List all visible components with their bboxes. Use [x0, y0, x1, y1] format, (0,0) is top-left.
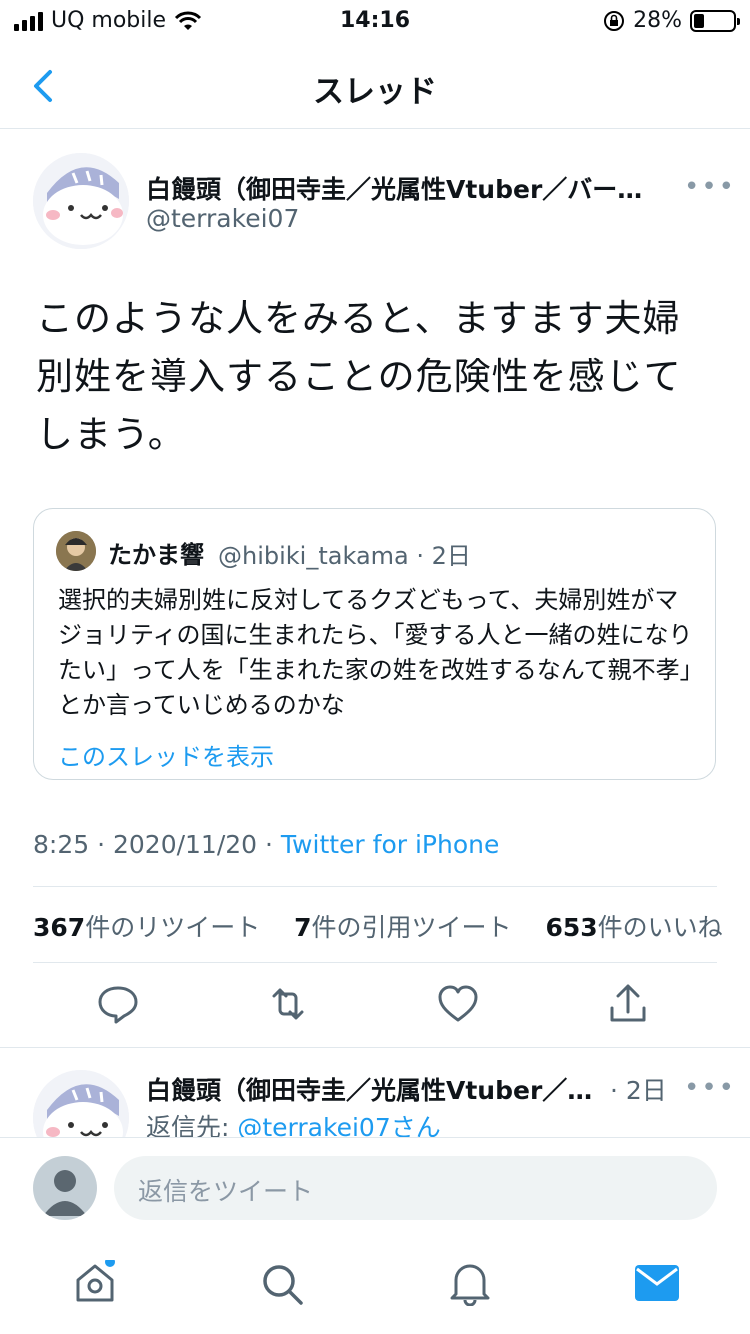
reply-author-name[interactable]: 白饅頭（御田寺圭／光属性Vtuber／…: [146, 1071, 608, 1107]
nav-bar: スレッド: [0, 44, 750, 129]
more-icon[interactable]: •••: [684, 172, 736, 202]
mascot-avatar-image: [33, 153, 129, 249]
default-user-icon: [43, 1170, 87, 1216]
retweet-stat[interactable]: 367件のリツイート: [33, 913, 260, 942]
share-icon[interactable]: [606, 982, 650, 1026]
quoted-author-name: たかま響: [108, 541, 204, 569]
like-stat[interactable]: 653件のいいね: [545, 913, 722, 942]
messages-envelope-icon[interactable]: [634, 1264, 680, 1302]
notifications-bell-icon[interactable]: [448, 1260, 492, 1306]
status-bar: UQ mobile 14:16 28%: [0, 0, 750, 44]
page-title: スレッド: [313, 74, 437, 110]
tab-bar: [0, 1240, 750, 1334]
divider: [33, 962, 717, 963]
reply-timestamp: · 2日: [610, 1076, 667, 1105]
tweet-text: このような人をみると、ますます夫婦別姓を導入することの危険性を感じてしまう。: [36, 297, 682, 456]
avatar[interactable]: [33, 153, 129, 249]
retweet-icon[interactable]: [266, 982, 310, 1026]
tweet-meta: 8:25 · 2020/11/20 · Twitter for iPhone: [33, 830, 499, 859]
author-handle[interactable]: @terrakei07: [146, 204, 299, 233]
quoted-tweet-card[interactable]: たかま響 @hibiki_takama · 2日 選択的夫婦別姓に反対してるクズ…: [33, 508, 716, 780]
reply-placeholder: 返信をツイート: [138, 1177, 314, 1206]
reply-icon[interactable]: [96, 982, 140, 1026]
tweet-timestamp: 8:25 · 2020/11/20 ·: [33, 830, 281, 859]
reply-input[interactable]: 返信をツイート: [114, 1156, 717, 1220]
rotation-lock-icon: [604, 10, 625, 31]
divider: [0, 1047, 750, 1048]
user-avatar-placeholder[interactable]: [33, 1156, 97, 1220]
home-icon[interactable]: [72, 1260, 118, 1306]
tweet-actions: [0, 982, 750, 1030]
tweet-stats: 367件のリツイート 7件の引用ツイート 653件のいいね: [33, 908, 723, 944]
reply-composer: 返信をツイート: [0, 1137, 750, 1238]
tweet-source-link[interactable]: Twitter for iPhone: [281, 830, 499, 859]
author-name[interactable]: 白饅頭（御田寺圭／光属性Vtuber／バー…: [146, 170, 666, 206]
battery-icon: [690, 9, 740, 32]
quote-stat[interactable]: 7件の引用ツイート: [294, 913, 511, 942]
reply-more-icon[interactable]: •••: [684, 1073, 736, 1103]
quoted-tweet-text: 選択的夫婦別姓に反対してるクズどもって、夫婦別姓がマジョリティの国に生まれたら、…: [58, 586, 693, 719]
status-right: 28%: [603, 8, 740, 33]
quoted-avatar: [56, 531, 96, 571]
show-thread-link[interactable]: このスレッドを表示: [58, 737, 274, 772]
like-heart-icon[interactable]: [436, 982, 480, 1026]
divider: [33, 886, 717, 887]
search-icon[interactable]: [260, 1262, 304, 1306]
battery-percent: 28%: [633, 8, 682, 33]
quoted-author-handle: @hibiki_takama · 2日: [218, 542, 471, 570]
